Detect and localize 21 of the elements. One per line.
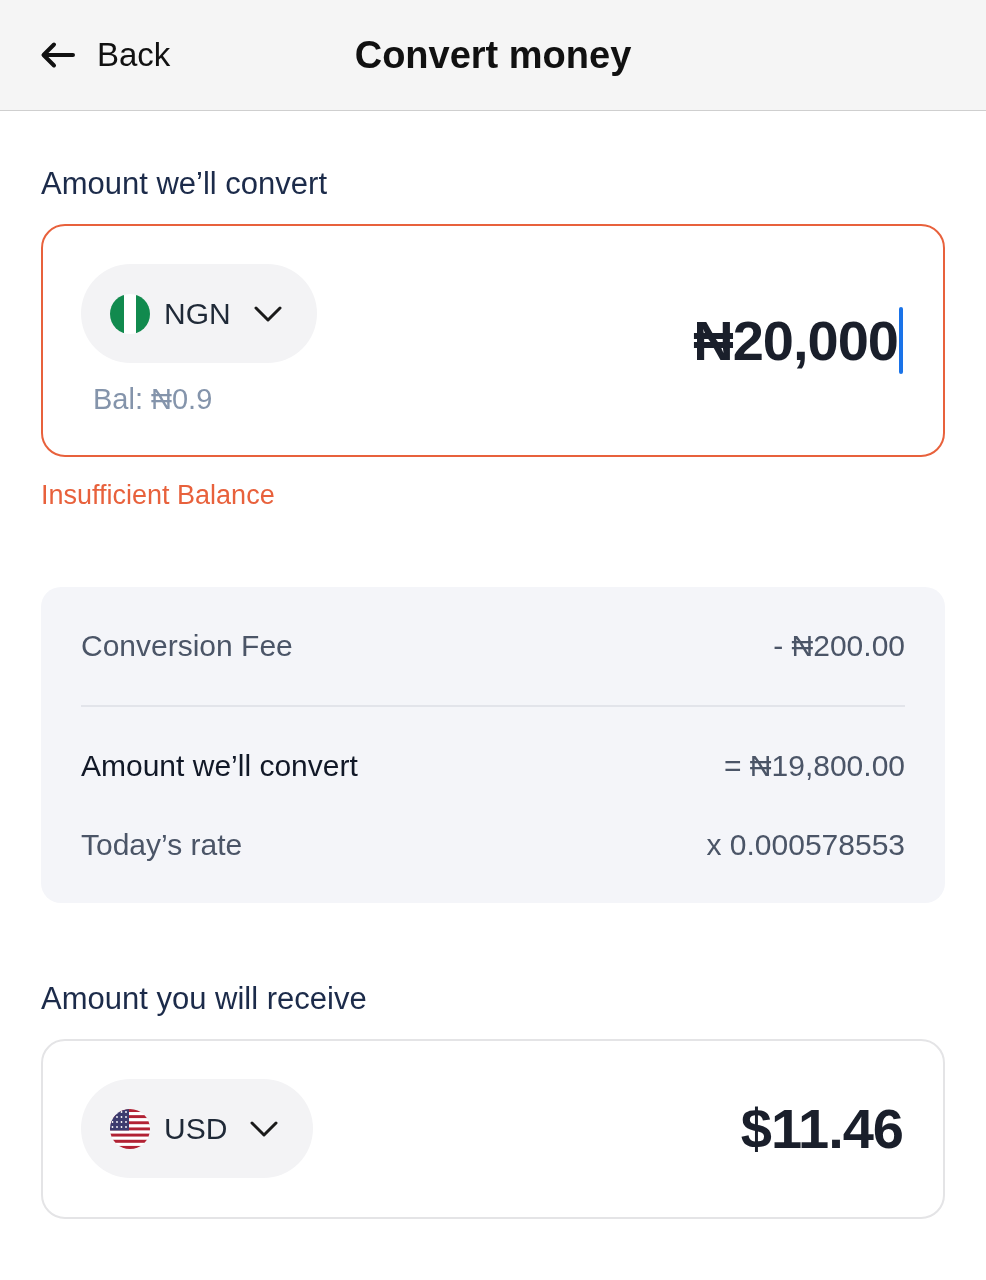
currency-selector[interactable]: NGN (81, 264, 317, 363)
receive-amount: $11.46 (740, 1096, 903, 1162)
summary-label: Amount we’ll convert (81, 749, 358, 783)
section-label: Amount you will receive (41, 981, 367, 1017)
summary-value: - ₦200.00 (773, 629, 905, 663)
error-message: Insufficient Balance (41, 480, 275, 510)
summary-value: x 0.000578553 (706, 828, 905, 862)
summary-label: Conversion Fee (81, 629, 293, 663)
chevron-down-icon (249, 1119, 280, 1138)
currency-selector[interactable]: USD (81, 1079, 314, 1178)
summary-label: Today’s rate (81, 828, 243, 862)
chevron-down-icon (252, 304, 283, 323)
summary-value: = ₦19,800.00 (724, 749, 905, 783)
balance-text: Bal: ₦0.9 (93, 382, 213, 416)
flag-icon (110, 293, 150, 334)
arrow-left-icon (40, 41, 76, 69)
flag-icon (110, 1108, 150, 1149)
back-button[interactable]: Back (40, 36, 171, 74)
section-label: Amount we’ll convert (41, 166, 327, 202)
page-title: Convert money (354, 33, 632, 77)
amount-input[interactable]: ₦20,000 (693, 306, 903, 374)
